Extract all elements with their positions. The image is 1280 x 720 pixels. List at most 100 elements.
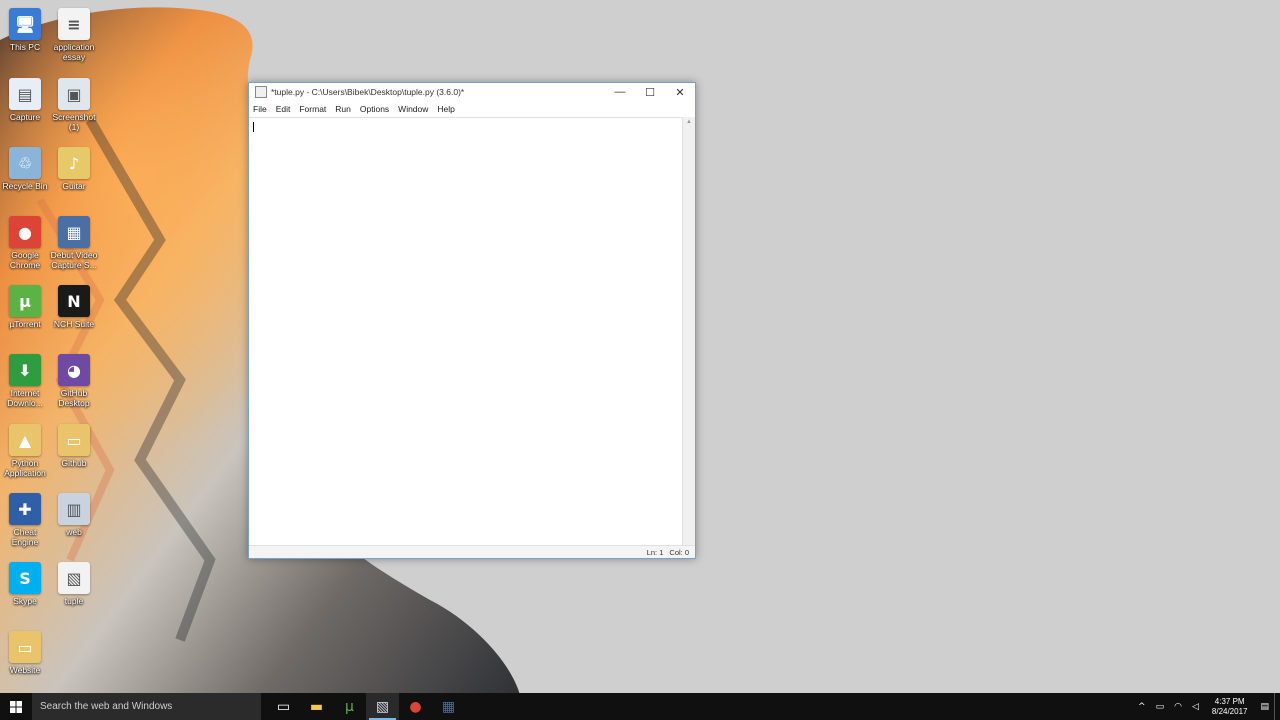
- app-icon: µ: [9, 285, 41, 317]
- menu-help[interactable]: Help: [437, 104, 454, 114]
- desktop-icon-label: web: [66, 527, 82, 537]
- battery-icon[interactable]: ▭: [1156, 702, 1165, 712]
- desktop-icon-label: This PC: [9, 42, 41, 52]
- chrome-icon: ●: [409, 698, 422, 715]
- taskbar-app-debut[interactable]: ▦: [432, 693, 465, 720]
- clock-date: 8/24/2017: [1211, 706, 1248, 716]
- desktop-icon-python[interactable]: ▲ Python Application: [0, 424, 50, 478]
- vertical-scrollbar[interactable]: ▲: [682, 117, 695, 545]
- status-col: Col: 0: [669, 547, 689, 557]
- desktop-icon-label: tuple: [64, 596, 84, 606]
- desktop-icon-website[interactable]: ▭ Website: [0, 631, 50, 675]
- desktop-icon-label: Skype: [13, 596, 37, 606]
- app-icon: ✚: [9, 493, 41, 525]
- show-desktop-button[interactable]: [1274, 693, 1280, 720]
- app-icon: ♪: [58, 147, 90, 179]
- app-icon: 🖥: [9, 8, 41, 40]
- action-center-icon[interactable]: ▤: [1260, 702, 1269, 712]
- app-icon: ⬇: [9, 354, 41, 386]
- desktop-icon-label: µTorrent: [9, 319, 41, 329]
- app-icon: ▭: [58, 424, 90, 456]
- desktop-icon-cheat-engine[interactable]: ✚ Cheat Engine: [0, 493, 50, 547]
- desktop-icon-label: Google Chrome: [9, 250, 41, 270]
- minimize-button[interactable]: —: [605, 83, 635, 101]
- desktop-icon-label: Recycle Bin: [2, 181, 48, 191]
- maximize-button[interactable]: ☐: [635, 83, 665, 101]
- desktop-icon-debut-video[interactable]: ▦ Debut Video Capture S...: [49, 216, 99, 270]
- utorrent-icon: µ: [345, 698, 354, 715]
- system-tray: ^ ▭ ◠ ◁ 4:37 PM 8/24/2017 ▤: [1133, 693, 1280, 720]
- debut-icon: ▦: [441, 698, 456, 715]
- menu-run[interactable]: Run: [335, 104, 351, 114]
- desktop-icon-capture[interactable]: ▤ Capture: [0, 78, 50, 122]
- taskbar-app-utorrent[interactable]: µ: [333, 693, 366, 720]
- desktop-icon-label: Cheat Engine: [11, 527, 39, 547]
- desktop-icon-internet[interactable]: ⬇ Internet Downlo...: [0, 354, 50, 408]
- task-view-icon: ▭: [276, 698, 291, 715]
- clock[interactable]: 4:37 PM 8/24/2017: [1212, 697, 1248, 717]
- window-titlebar[interactable]: *tuple.py - C:\Users\Bibek\Desktop\tuple…: [249, 83, 695, 101]
- taskbar-app-chrome[interactable]: ●: [399, 693, 432, 720]
- taskbar-search-input[interactable]: Search the web and Windows: [32, 693, 261, 720]
- taskbar-app-idle[interactable]: ▧: [366, 693, 399, 720]
- desktop-icon-skype[interactable]: S Skype: [0, 562, 50, 606]
- taskbar: Search the web and Windows ▭ ▬ µ ▧ ● ▦ ^ ▭ ◠ …: [0, 693, 1280, 720]
- desktop-icon--torrent[interactable]: µ µTorrent: [0, 285, 50, 329]
- clock-time: 4:37 PM: [1214, 696, 1245, 706]
- scroll-up-icon[interactable]: ▲: [683, 117, 695, 127]
- taskbar-apps: ▭ ▬ µ ▧ ● ▦: [267, 693, 465, 720]
- taskbar-app-task-view[interactable]: ▭: [267, 693, 300, 720]
- app-icon: ▲: [9, 424, 41, 456]
- window-title: *tuple.py - C:\Users\Bibek\Desktop\tuple…: [271, 87, 465, 97]
- status-line: Ln: 1: [646, 547, 664, 557]
- volume-icon[interactable]: ◁: [1192, 702, 1199, 712]
- desktop-icon-label: NCH Suite: [53, 319, 95, 329]
- app-icon: ◕: [58, 354, 90, 386]
- close-button[interactable]: ✕: [665, 83, 695, 101]
- desktop-icon-label: Internet Downlo...: [7, 388, 43, 408]
- desktop-icon-label: Guitar: [62, 181, 86, 191]
- desktop-icon-tuple[interactable]: ▧ tuple: [49, 562, 99, 606]
- desktop-icon-screenshot[interactable]: ▣ Screenshot (1): [49, 78, 99, 132]
- app-icon: ▭: [9, 631, 41, 663]
- python-file-icon: [255, 86, 267, 98]
- desktop-icon-recycle-bin[interactable]: ♲ Recycle Bin: [0, 147, 50, 191]
- desktop-icon-application[interactable]: ≡ application essay: [49, 8, 99, 62]
- desktop-icon-label: application essay: [53, 42, 95, 62]
- app-icon: ≡: [58, 8, 90, 40]
- desktop-icon-web[interactable]: ▥ web: [49, 493, 99, 537]
- app-icon: ●: [9, 216, 41, 248]
- idle-icon: ▧: [375, 698, 390, 715]
- desktop-icon-label: Github: [61, 458, 87, 468]
- wifi-icon[interactable]: ◠: [1174, 702, 1182, 712]
- desktop-icon-label: Debut Video Capture S...: [50, 250, 98, 270]
- menu-format[interactable]: Format: [299, 104, 326, 114]
- taskbar-app-file-explorer[interactable]: ▬: [300, 693, 333, 720]
- idle-editor-window[interactable]: *tuple.py - C:\Users\Bibek\Desktop\tuple…: [248, 82, 696, 559]
- desktop-icon-this-pc[interactable]: 🖥 This PC: [0, 8, 50, 52]
- app-icon: ▧: [58, 562, 90, 594]
- start-button[interactable]: [0, 693, 32, 720]
- app-icon: ▤: [9, 78, 41, 110]
- menu-bar: File Edit Format Run Options Window Help: [249, 101, 695, 117]
- desktop-icon-nch-suite[interactable]: N NCH Suite: [49, 285, 99, 329]
- desktop-icon-github[interactable]: ◕ GitHub Desktop: [49, 354, 99, 408]
- file-explorer-icon: ▬: [309, 698, 324, 715]
- text-caret: [253, 122, 254, 132]
- chevron-up-icon[interactable]: ^: [1138, 702, 1146, 712]
- menu-options[interactable]: Options: [360, 104, 389, 114]
- menu-window[interactable]: Window: [398, 104, 428, 114]
- desktop-icon-label: Website: [9, 665, 41, 675]
- menu-file[interactable]: File: [253, 104, 267, 114]
- desktop-icon-guitar[interactable]: ♪ Guitar: [49, 147, 99, 191]
- desktop-icon-google[interactable]: ● Google Chrome: [0, 216, 50, 270]
- app-icon: ♲: [9, 147, 41, 179]
- desktop-icon-label: GitHub Desktop: [58, 388, 90, 408]
- desktop-icon-label: Python Application: [4, 458, 46, 478]
- status-bar: Ln: 1 Col: 0: [249, 545, 695, 558]
- desktop-icon-github[interactable]: ▭ Github: [49, 424, 99, 468]
- app-icon: ▥: [58, 493, 90, 525]
- app-icon: ▦: [58, 216, 90, 248]
- code-editor-area[interactable]: [249, 117, 682, 546]
- menu-edit[interactable]: Edit: [276, 104, 291, 114]
